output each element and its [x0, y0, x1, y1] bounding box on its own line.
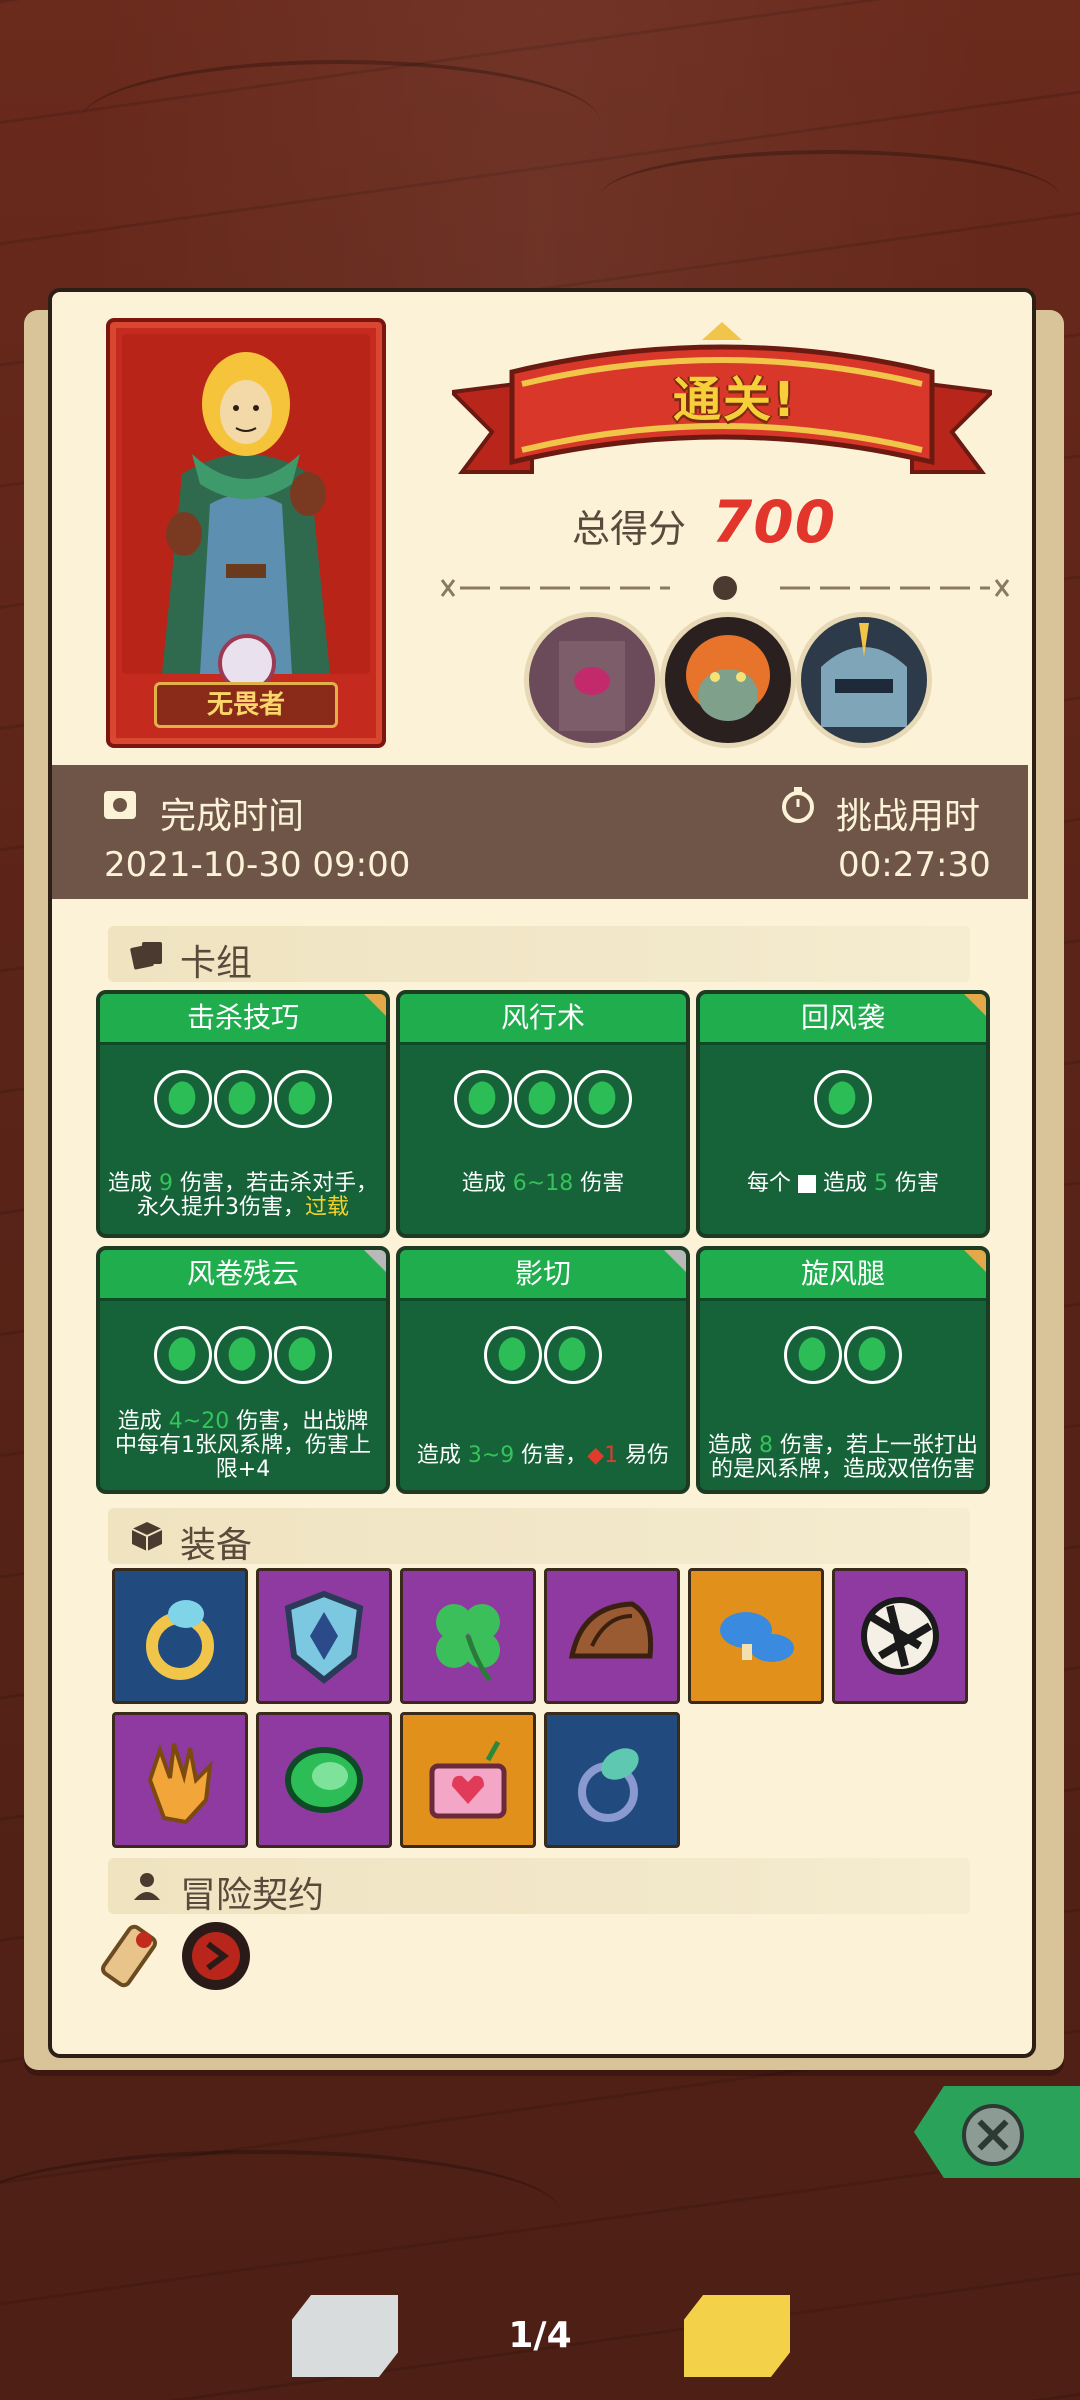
- wind-energy-icon: [514, 1070, 572, 1128]
- victory-banner-text: 通关!: [673, 372, 797, 428]
- person-icon: [134, 1873, 160, 1900]
- contract-section-header: 冒险契约: [108, 1858, 970, 1916]
- contract-title: 冒险契约: [180, 1875, 325, 1916]
- wind-energy-icon: [154, 1326, 212, 1384]
- deck-card[interactable]: 风卷残云 造成 4~20 伤害，出战牌中每有1张风系牌，伤害上限+4: [96, 1246, 390, 1494]
- deck-card[interactable]: 回风袭 每个 造成 5 伤害: [696, 990, 990, 1238]
- card-cost-gems: [100, 1326, 386, 1388]
- card-cost-gems: [700, 1326, 986, 1388]
- wind-energy-icon: [544, 1326, 602, 1384]
- next-page-button[interactable]: [684, 2295, 790, 2377]
- four-leaf-clover-icon[interactable]: [400, 1568, 536, 1704]
- card-description: 造成 6~18 伤害: [461, 1171, 625, 1196]
- card-cost-gems: [400, 1070, 686, 1132]
- hero-name: 无畏者: [154, 682, 338, 728]
- card-description: 造成 3~9 伤害，◆1 易伤: [416, 1443, 670, 1468]
- complete-time-value: 2021-10-30 09:00: [104, 845, 411, 885]
- deck-title: 卡组: [180, 943, 253, 984]
- heart-box-icon[interactable]: [400, 1712, 536, 1848]
- complete-time-label: 完成时间: [160, 796, 305, 837]
- card-description: 造成 4~20 伤害，出战牌中每有1张风系牌，伤害上限+4: [115, 1409, 371, 1482]
- card-title: 旋风腿: [700, 1250, 986, 1301]
- card-cost-gems: [700, 1070, 986, 1132]
- ornament-divider: [440, 576, 1010, 600]
- stopwatch-icon: [782, 787, 814, 823]
- wood-grain: [0, 2150, 560, 2274]
- cube-icon: [131, 1522, 163, 1551]
- card-cost-gems: [100, 1070, 386, 1132]
- wind-energy-icon: [214, 1326, 272, 1384]
- deck-card[interactable]: 旋风腿 造成 8 伤害，若上一张打出的是风系牌，造成双倍伤害: [696, 1246, 990, 1494]
- card-title: 风卷残云: [100, 1250, 386, 1301]
- wind-energy-icon: [844, 1326, 902, 1384]
- card-unit-icon: [798, 1175, 816, 1193]
- wind-energy-icon: [454, 1070, 512, 1128]
- scroll-contract-icon[interactable]: [100, 1918, 176, 1994]
- gold-ring-icon[interactable]: [112, 1568, 248, 1704]
- red-rune-badge-icon[interactable]: [178, 1918, 254, 1994]
- equipment-title: 装备: [180, 1525, 253, 1566]
- equipment-section-header: 装备: [108, 1508, 970, 1566]
- challenge-time-label: 挑战用时: [836, 796, 981, 837]
- completion-info-bar: 完成时间 2021-10-30 09:00 挑战用时 00:27:30: [52, 765, 1028, 899]
- wood-grain: [80, 60, 600, 184]
- wind-energy-icon: [784, 1326, 842, 1384]
- blue-mushroom-icon[interactable]: [688, 1568, 824, 1704]
- total-score-label: 总得分: [572, 507, 687, 551]
- vulnerable-icon: ◆: [587, 1443, 605, 1468]
- wind-energy-icon: [274, 1326, 332, 1384]
- cards-icon: [130, 942, 162, 970]
- stone-golem-boss-portrait[interactable]: [524, 612, 660, 748]
- total-score-value: 700: [712, 488, 837, 556]
- close-icon[interactable]: [962, 2104, 1024, 2166]
- card-title: 影切: [400, 1250, 686, 1301]
- hero-portrait: [122, 334, 370, 674]
- card-title: 风行术: [400, 994, 686, 1045]
- card-description: 造成 9 伤害，若击杀对手，永久提升3伤害，过载: [108, 1171, 378, 1220]
- card-cost-gems: [400, 1326, 686, 1388]
- deck-card[interactable]: 击杀技巧 造成 9 伤害，若击杀对手，永久提升3伤害，过载: [96, 990, 390, 1238]
- card-title: 回风袭: [700, 994, 986, 1045]
- card-title: 击杀技巧: [100, 994, 386, 1045]
- wind-energy-icon: [574, 1070, 632, 1128]
- card-description: 每个 造成 5 伤害: [747, 1171, 939, 1196]
- prev-page-button[interactable]: [292, 2295, 398, 2377]
- leather-shoulder-pad-icon[interactable]: [544, 1568, 680, 1704]
- glove-icon[interactable]: [112, 1712, 248, 1848]
- wind-energy-icon: [154, 1070, 212, 1128]
- leaf-ring-icon[interactable]: [544, 1712, 680, 1848]
- wood-grain: [600, 150, 1060, 244]
- wind-energy-icon: [214, 1070, 272, 1128]
- armored-knight-boss-portrait[interactable]: [796, 612, 932, 748]
- challenge-time-value: 00:27:30: [838, 845, 991, 885]
- torn-scroll-icon[interactable]: [832, 1568, 968, 1704]
- wind-energy-icon: [274, 1070, 332, 1128]
- blue-shield-icon[interactable]: [256, 1568, 392, 1704]
- green-leaf-icon[interactable]: [256, 1712, 392, 1848]
- deck-card[interactable]: 风行术 造成 6~18 伤害: [396, 990, 690, 1238]
- wind-energy-icon: [484, 1326, 542, 1384]
- deck-card[interactable]: 影切 造成 3~9 伤害，◆1 易伤: [396, 1246, 690, 1494]
- orange-ogre-boss-portrait[interactable]: [660, 612, 796, 748]
- wind-energy-icon: [814, 1070, 872, 1128]
- hero-card[interactable]: 无畏者: [106, 318, 386, 748]
- page-indicator: 1/4: [508, 2315, 572, 2356]
- card-description: 造成 8 伤害，若上一张打出的是风系牌，造成双倍伤害: [708, 1433, 978, 1482]
- deck-section-header: 卡组: [108, 926, 970, 984]
- calendar-icon: [104, 791, 136, 819]
